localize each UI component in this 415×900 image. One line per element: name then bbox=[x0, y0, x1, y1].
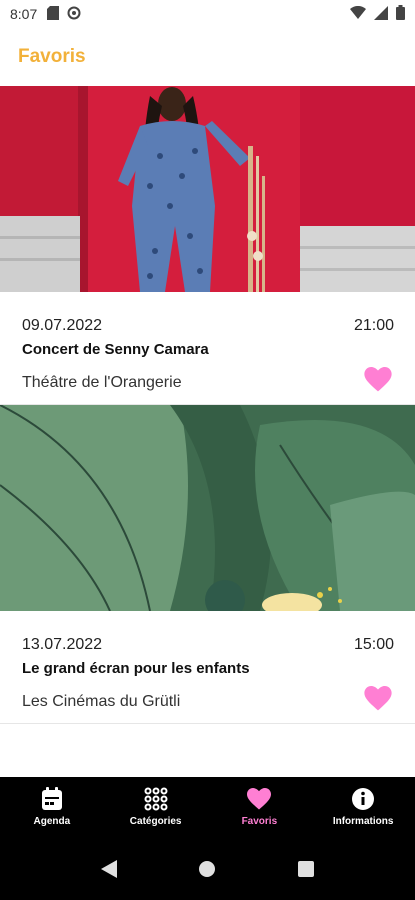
home-icon bbox=[199, 860, 216, 877]
back-button[interactable] bbox=[94, 854, 124, 884]
event-date: 13.07.2022 bbox=[22, 636, 103, 653]
app-header: Favoris bbox=[0, 28, 415, 86]
system-navigation bbox=[0, 837, 415, 900]
info-icon bbox=[351, 787, 375, 811]
bottom-navigation: Agenda Catégories Favoris Informations bbox=[0, 777, 415, 837]
status-bar: 8:07 bbox=[0, 0, 415, 28]
sd-card-icon bbox=[47, 5, 60, 23]
favorite-button[interactable] bbox=[363, 683, 393, 713]
page-title: Favoris bbox=[18, 46, 86, 67]
favorites-list: 09.07.2022 21:00 Concert de Senny Camara… bbox=[0, 86, 415, 724]
nav-label: Catégories bbox=[129, 816, 182, 827]
wifi-icon bbox=[350, 5, 366, 23]
nav-categories[interactable]: Catégories bbox=[104, 777, 208, 837]
recents-button[interactable] bbox=[291, 854, 321, 884]
recents-icon bbox=[297, 860, 314, 877]
event-date: 09.07.2022 bbox=[22, 317, 103, 334]
event-info: 13.07.2022 15:00 Le grand écran pour les… bbox=[0, 611, 415, 723]
status-time: 8:07 bbox=[10, 6, 38, 22]
grid-icon bbox=[144, 787, 168, 811]
nav-label: Informations bbox=[332, 816, 394, 827]
favorite-button[interactable] bbox=[363, 364, 393, 394]
battery-icon bbox=[396, 5, 405, 23]
status-icons bbox=[350, 5, 405, 23]
nav-information[interactable]: Informations bbox=[311, 777, 415, 837]
home-button[interactable] bbox=[192, 854, 222, 884]
event-time: 21:00 bbox=[353, 317, 394, 334]
heart-icon bbox=[247, 787, 272, 811]
back-icon bbox=[101, 859, 118, 878]
event-title[interactable]: Concert de Senny Camara bbox=[22, 341, 209, 358]
event-time: 15:00 bbox=[353, 636, 394, 653]
heart-icon bbox=[364, 685, 392, 710]
signal-icon bbox=[374, 5, 388, 23]
event-image-musician[interactable] bbox=[0, 86, 415, 292]
event-title[interactable]: Le grand écran pour les enfants bbox=[22, 660, 250, 677]
event-info: 09.07.2022 21:00 Concert de Senny Camara… bbox=[0, 292, 415, 404]
event-card[interactable]: 13.07.2022 15:00 Le grand écran pour les… bbox=[0, 405, 415, 724]
nav-label: Favoris bbox=[241, 816, 278, 827]
sync-icon bbox=[67, 6, 81, 23]
nav-agenda[interactable]: Agenda bbox=[0, 777, 104, 837]
nav-label: Agenda bbox=[33, 816, 71, 827]
calendar-icon bbox=[40, 787, 64, 811]
event-image-leaves[interactable] bbox=[0, 405, 415, 611]
nav-favorites[interactable]: Favoris bbox=[208, 777, 312, 837]
event-venue: Théâtre de l'Orangerie bbox=[22, 374, 182, 391]
event-card[interactable]: 09.07.2022 21:00 Concert de Senny Camara… bbox=[0, 86, 415, 405]
event-venue: Les Cinémas du Grütli bbox=[22, 693, 181, 710]
heart-icon bbox=[364, 366, 392, 391]
